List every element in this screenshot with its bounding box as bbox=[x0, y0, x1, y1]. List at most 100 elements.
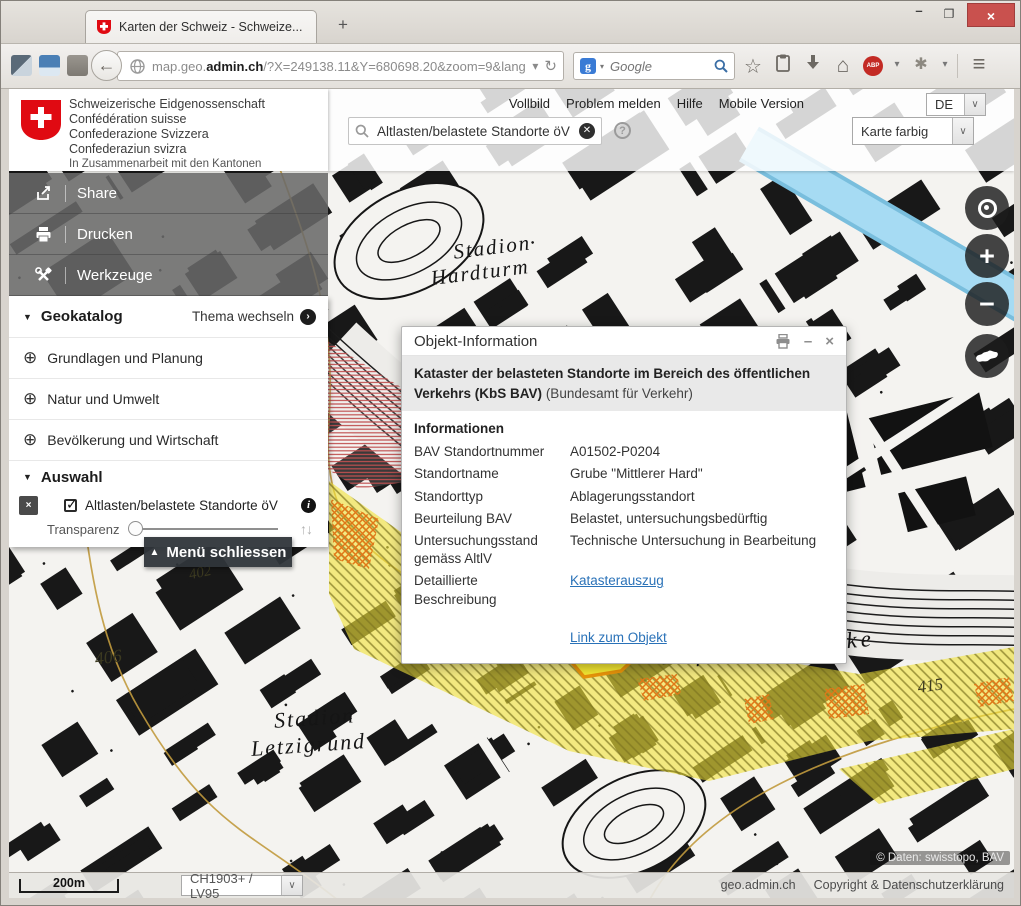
projection-select[interactable]: CH1903+ / LV95 ∨ bbox=[181, 875, 303, 896]
browser-tab[interactable]: Karten der Schweiz - Schweize... bbox=[85, 10, 317, 43]
popup-title: Objekt-Information bbox=[414, 333, 537, 350]
print-icon[interactable] bbox=[775, 334, 791, 349]
confederation-header: Schweizerische EidgenossenschaftConfédér… bbox=[9, 89, 328, 171]
page-viewport: Stadion Hardturm Bhf. Hardbrücke Stadion… bbox=[9, 89, 1014, 898]
toolbar-addon-icon-2[interactable] bbox=[39, 55, 60, 76]
downloads-icon[interactable] bbox=[801, 54, 825, 76]
menu-close-button[interactable]: ▲ Menü schliessen bbox=[144, 537, 292, 567]
url-bar[interactable]: map.geo.admin.ch/?X=249138.11&Y=680698.2… bbox=[117, 51, 564, 81]
layer-checkbox[interactable]: ✓ bbox=[64, 499, 77, 512]
header-links: Vollbild Problem melden Hilfe Mobile Ver… bbox=[509, 96, 804, 111]
hamburger-menu-icon[interactable]: ≡ bbox=[967, 51, 991, 77]
search-input[interactable] bbox=[375, 123, 573, 140]
sidebar-item-werkzeuge[interactable]: Werkzeuge bbox=[9, 255, 328, 296]
language-select[interactable]: DE ∨ bbox=[926, 93, 986, 116]
adblock-dropdown-icon[interactable]: ▾ bbox=[885, 59, 909, 70]
map-label-contour-415: 415 bbox=[916, 674, 944, 696]
transparency-slider[interactable] bbox=[130, 528, 278, 530]
popup-body: Informationen BAV Standortnummer A01502-… bbox=[402, 411, 846, 663]
katasterauszug-link[interactable]: Katasterauszug bbox=[570, 573, 664, 588]
toolbar-addon-icon-3[interactable] bbox=[67, 55, 88, 76]
addon-burst-icon[interactable]: ✱ bbox=[909, 54, 933, 74]
catalog-item-natur[interactable]: ⊕ Natur und Umwelt bbox=[9, 379, 328, 420]
auswahl-header[interactable]: ▼ Auswahl bbox=[9, 461, 328, 493]
url-dropdown-icon[interactable]: ▾ bbox=[532, 59, 538, 73]
map-extent-button[interactable] bbox=[965, 334, 1009, 378]
google-search-input[interactable] bbox=[608, 58, 710, 75]
toolbar-dropdown-icon[interactable]: ▾ bbox=[933, 59, 957, 70]
sidebar-item-share[interactable]: Share bbox=[9, 173, 328, 214]
geoadmin-link[interactable]: geo.admin.ch bbox=[721, 878, 796, 892]
info-label: Detaillierte Beschreibung bbox=[414, 572, 562, 608]
divider bbox=[65, 226, 66, 243]
link-mobile-version[interactable]: Mobile Version bbox=[719, 96, 804, 111]
info-label: Standorttyp bbox=[414, 488, 562, 506]
remove-layer-button[interactable]: × bbox=[19, 496, 38, 515]
link-vollbild[interactable]: Vollbild bbox=[509, 96, 550, 111]
window-maximize-button[interactable]: ❐ bbox=[936, 7, 962, 21]
browser-toolbar: ← map.geo.admin.ch/?X=249138.11&Y=680698… bbox=[1, 43, 1020, 89]
info-label: Untersuchungsstand gemäss AltlV bbox=[414, 532, 562, 568]
window-minimize-button[interactable]: – bbox=[906, 3, 932, 18]
window-close-button[interactable]: × bbox=[967, 3, 1015, 27]
back-button[interactable]: ← bbox=[91, 50, 122, 81]
reload-icon[interactable]: ↻ bbox=[544, 57, 557, 75]
popup-header[interactable]: Objekt-Information – × bbox=[402, 327, 846, 356]
chevron-down-icon: ∨ bbox=[964, 94, 985, 115]
triangle-up-icon: ▲ bbox=[150, 547, 160, 558]
geocatalog-panel: ▼ Geokatalog Thema wechseln › ⊕ Grundlag… bbox=[9, 296, 328, 547]
map-attribution: © Daten: swisstopo, BAV bbox=[870, 851, 1010, 865]
search-icon bbox=[355, 124, 369, 138]
divider bbox=[65, 267, 66, 284]
map-zoom-in-button[interactable]: + bbox=[965, 234, 1009, 278]
map-geolocate-button[interactable] bbox=[965, 186, 1009, 230]
catalog-item-bevoelkerung[interactable]: ⊕ Bevölkerung und Wirtschaft bbox=[9, 420, 328, 461]
bookmark-star-icon[interactable]: ☆ bbox=[741, 54, 765, 79]
confederation-names: Schweizerische EidgenossenschaftConfédér… bbox=[69, 97, 265, 157]
bookmarks-panel-icon[interactable] bbox=[771, 54, 795, 77]
cooperation-note: In Zusammenarbeit mit den Kantonen bbox=[69, 158, 261, 170]
layer-name: Altlasten/belastete Standorte öV bbox=[85, 498, 278, 513]
search-engine-dropdown-icon[interactable]: ▾ bbox=[600, 62, 604, 71]
adblock-icon[interactable]: ABP bbox=[863, 56, 883, 76]
thema-wechseln-link[interactable]: Thema wechseln › bbox=[192, 309, 316, 325]
sidebar-item-drucken[interactable]: Drucken bbox=[9, 214, 328, 255]
transparency-label: Transparenz bbox=[47, 522, 120, 537]
copyright-link[interactable]: Copyright & Datenschutzerklärung bbox=[814, 878, 1004, 892]
swiss-coat-of-arms[interactable] bbox=[19, 98, 63, 142]
map-zoom-out-button[interactable]: − bbox=[965, 282, 1009, 326]
divider bbox=[65, 185, 66, 202]
browser-window: Karten der Schweiz - Schweize... + – ❐ ×… bbox=[0, 0, 1021, 906]
plus-circle-icon: ⊕ bbox=[23, 430, 37, 450]
info-label: BAV Standortnummer bbox=[414, 443, 562, 461]
close-popup-icon[interactable]: × bbox=[825, 333, 834, 350]
geokatalog-header[interactable]: ▼ Geokatalog Thema wechseln › bbox=[9, 296, 328, 338]
toolbar-addon-icon-1[interactable] bbox=[11, 55, 32, 76]
printer-icon bbox=[35, 226, 52, 243]
catalog-item-grundlagen[interactable]: ⊕ Grundlagen und Planung bbox=[9, 338, 328, 379]
info-value: Technische Untersuchung in Bearbeitung bbox=[570, 532, 834, 568]
clear-search-icon[interactable]: ✕ bbox=[579, 123, 595, 139]
object-link[interactable]: Link zum Objekt bbox=[570, 630, 667, 645]
chevron-down-icon: ∨ bbox=[281, 876, 302, 895]
tools-icon bbox=[35, 267, 52, 284]
link-problem-melden[interactable]: Problem melden bbox=[566, 96, 661, 111]
google-search-box[interactable]: g ▾ bbox=[573, 52, 735, 80]
globe-icon bbox=[130, 59, 145, 74]
layer-search-field[interactable]: ✕ bbox=[348, 117, 602, 145]
new-tab-button[interactable]: + bbox=[331, 15, 355, 35]
info-table: BAV Standortnummer A01502-P0204 Standort… bbox=[414, 443, 834, 647]
minimize-popup-icon[interactable]: – bbox=[804, 333, 812, 350]
toolbar-separator bbox=[957, 54, 958, 78]
home-icon[interactable]: ⌂ bbox=[831, 54, 855, 78]
object-info-popup: Objekt-Information – × Kataster der bela… bbox=[401, 326, 847, 664]
info-section-header: Informationen bbox=[414, 421, 834, 436]
search-help-icon[interactable]: ? bbox=[614, 122, 631, 139]
slider-knob[interactable] bbox=[128, 521, 143, 536]
layer-reorder-arrows[interactable]: ↑↓ bbox=[300, 521, 312, 537]
link-hilfe[interactable]: Hilfe bbox=[677, 96, 703, 111]
magnifier-icon[interactable] bbox=[714, 59, 728, 73]
map-style-select[interactable]: Karte farbig ∨ bbox=[852, 117, 974, 145]
layer-info-icon[interactable]: i bbox=[301, 498, 316, 513]
window-titlebar: Karten der Schweiz - Schweize... + – ❐ × bbox=[1, 1, 1020, 43]
